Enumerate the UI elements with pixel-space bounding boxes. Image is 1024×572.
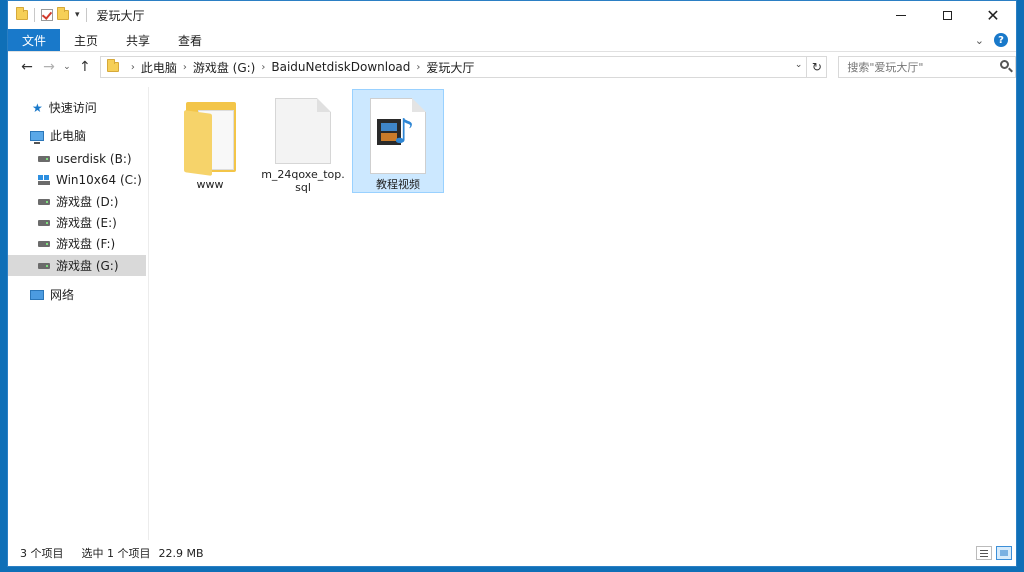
tab-file[interactable]: 文件 bbox=[8, 29, 61, 51]
sidebar-item-label: 游戏盘 (E:) bbox=[56, 216, 117, 230]
large-icons-view-button[interactable] bbox=[996, 546, 1012, 560]
folder-icon[interactable] bbox=[16, 7, 28, 20]
recent-locations-button[interactable]: ⌄ bbox=[60, 56, 74, 78]
address-bar[interactable]: › 此电脑 › 游戏盘 (G:) › BaiduNetdiskDownload … bbox=[99, 56, 808, 78]
item-count: 3 个项目 bbox=[20, 547, 64, 560]
drive-icon bbox=[38, 198, 50, 205]
sidebar-item-drive-b[interactable]: userdisk (B:) bbox=[8, 148, 146, 169]
properties-icon[interactable] bbox=[41, 9, 53, 21]
sidebar-item-label: 此电脑 bbox=[50, 129, 87, 143]
close-icon: ✕ bbox=[986, 5, 1000, 25]
sidebar-item-network[interactable]: 网络 bbox=[8, 284, 146, 305]
ribbon-right-controls: ⌄ ? bbox=[975, 29, 1016, 51]
windows-drive-icon bbox=[38, 174, 50, 185]
address-dropdown-icon[interactable]: ⌄ bbox=[795, 60, 803, 70]
sidebar-item-label: 游戏盘 (F:) bbox=[56, 237, 116, 251]
arrow-right-icon: → bbox=[43, 59, 55, 75]
file-name: www bbox=[196, 178, 224, 191]
sidebar-item-drive-d[interactable]: 游戏盘 (D:) bbox=[8, 191, 146, 212]
maximize-icon bbox=[942, 10, 952, 20]
drive-icon bbox=[38, 155, 50, 162]
details-view-button[interactable] bbox=[976, 546, 992, 560]
drive-icon bbox=[38, 262, 50, 269]
network-icon bbox=[30, 289, 44, 300]
back-button[interactable]: ← bbox=[16, 56, 38, 78]
sidebar-item-drive-c[interactable]: Win10x64 (C:) bbox=[8, 169, 146, 190]
video-file-icon: ♪ bbox=[370, 98, 426, 174]
toolbar-separator bbox=[85, 8, 87, 22]
ribbon-tabs: 文件 主页 共享 查看 ⌄ ? bbox=[8, 29, 1016, 52]
file-name: 教程视频 bbox=[376, 178, 420, 191]
breadcrumb-this-pc[interactable]: 此电脑 bbox=[141, 59, 177, 76]
breadcrumb-chevron-icon[interactable]: › bbox=[261, 62, 265, 73]
star-icon: ★ bbox=[32, 100, 43, 115]
sidebar-item-drive-f[interactable]: 游戏盘 (F:) bbox=[8, 233, 146, 254]
window-title: 爱玩大厅 bbox=[96, 8, 145, 23]
sidebar-item-label: 网络 bbox=[50, 288, 75, 302]
expand-ribbon-icon[interactable]: ⌄ bbox=[975, 34, 984, 47]
folder-icon bbox=[182, 98, 238, 176]
chevron-down-icon: ⌄ bbox=[63, 62, 71, 72]
sidebar-item-drive-e[interactable]: 游戏盘 (E:) bbox=[8, 212, 146, 233]
breadcrumb-chevron-icon[interactable]: › bbox=[183, 62, 187, 73]
customize-toolbar-icon[interactable]: ▾ bbox=[75, 10, 80, 20]
refresh-icon: ↻ bbox=[811, 60, 822, 74]
breadcrumb-baidunetdisk[interactable]: BaiduNetdiskDownload bbox=[271, 60, 410, 74]
sidebar-item-label: 游戏盘 (D:) bbox=[56, 195, 119, 209]
title-bar[interactable]: ▾ 爱玩大厅 ✕ bbox=[8, 1, 1016, 29]
window-controls: ✕ bbox=[878, 1, 1016, 29]
navigation-pane: ★ 快速访问 此电脑 userdisk (B:) Win10x64 (C:) 游… bbox=[8, 87, 149, 540]
sidebar-item-label: Win10x64 (C:) bbox=[56, 172, 142, 187]
forward-button[interactable]: → bbox=[38, 56, 60, 78]
new-folder-icon[interactable] bbox=[57, 7, 69, 20]
breadcrumb-chevron-icon[interactable]: › bbox=[416, 62, 420, 73]
document-icon bbox=[275, 98, 331, 164]
up-button[interactable]: ↑ bbox=[74, 56, 96, 78]
sidebar-item-quick-access[interactable]: ★ 快速访问 bbox=[8, 97, 146, 118]
file-item-tutorial-video[interactable]: ♪ 教程视频 bbox=[352, 89, 444, 193]
sidebar-item-label: userdisk (B:) bbox=[56, 151, 132, 166]
file-name: m_24qoxe_top.sql bbox=[261, 168, 345, 194]
status-bar: 3 个项目 选中 1 个项目 22.9 MB bbox=[8, 540, 1016, 566]
breadcrumb-drive-g[interactable]: 游戏盘 (G:) bbox=[193, 59, 256, 76]
navigation-row: ← → ⌄ ↑ › 此电脑 › 游戏盘 (G:) › BaiduNetdiskD… bbox=[8, 55, 1016, 79]
help-icon[interactable]: ? bbox=[994, 33, 1008, 47]
computer-icon bbox=[30, 130, 44, 144]
file-item-sql[interactable]: m_24qoxe_top.sql bbox=[257, 90, 349, 194]
search-box[interactable] bbox=[838, 56, 1016, 78]
drive-icon bbox=[38, 240, 50, 247]
quick-access-toolbar: ▾ bbox=[8, 7, 89, 22]
sidebar-item-this-pc[interactable]: 此电脑 bbox=[8, 125, 146, 146]
search-input[interactable] bbox=[845, 59, 1000, 75]
close-button[interactable]: ✕ bbox=[970, 1, 1016, 29]
refresh-button[interactable]: ↻ bbox=[807, 56, 828, 78]
tab-view[interactable]: 查看 bbox=[164, 29, 216, 51]
maximize-button[interactable] bbox=[924, 1, 970, 29]
sidebar-item-drive-g[interactable]: 游戏盘 (G:) bbox=[8, 255, 146, 276]
drive-icon bbox=[38, 219, 50, 226]
minimize-icon bbox=[896, 14, 906, 16]
arrow-left-icon: ← bbox=[21, 59, 33, 75]
search-icon[interactable] bbox=[1000, 60, 1009, 69]
explorer-window: ▾ 爱玩大厅 ✕ 文件 主页 共享 查看 ⌄ ? ← → ⌄ ↑ › 此电脑 ›… bbox=[7, 0, 1017, 567]
arrow-up-icon: ↑ bbox=[78, 59, 91, 75]
sidebar-item-label: 游戏盘 (G:) bbox=[56, 259, 119, 273]
folder-icon bbox=[106, 59, 119, 72]
minimize-button[interactable] bbox=[878, 1, 924, 29]
sidebar-item-label: 快速访问 bbox=[48, 101, 97, 115]
tab-share[interactable]: 共享 bbox=[112, 29, 164, 51]
tab-home[interactable]: 主页 bbox=[60, 29, 112, 51]
file-list[interactable]: www m_24qoxe_top.sql ♪ 教程视频 bbox=[149, 87, 1016, 540]
file-item-www[interactable]: www bbox=[164, 90, 256, 194]
toolbar-separator bbox=[34, 8, 35, 22]
selection-size: 22.9 MB bbox=[158, 546, 204, 560]
selection-count: 选中 1 个项目 bbox=[81, 547, 151, 560]
breadcrumb-chevron-icon[interactable]: › bbox=[131, 62, 135, 73]
view-switcher bbox=[976, 546, 1012, 560]
breadcrumb-current-folder[interactable]: 爱玩大厅 bbox=[426, 59, 474, 76]
